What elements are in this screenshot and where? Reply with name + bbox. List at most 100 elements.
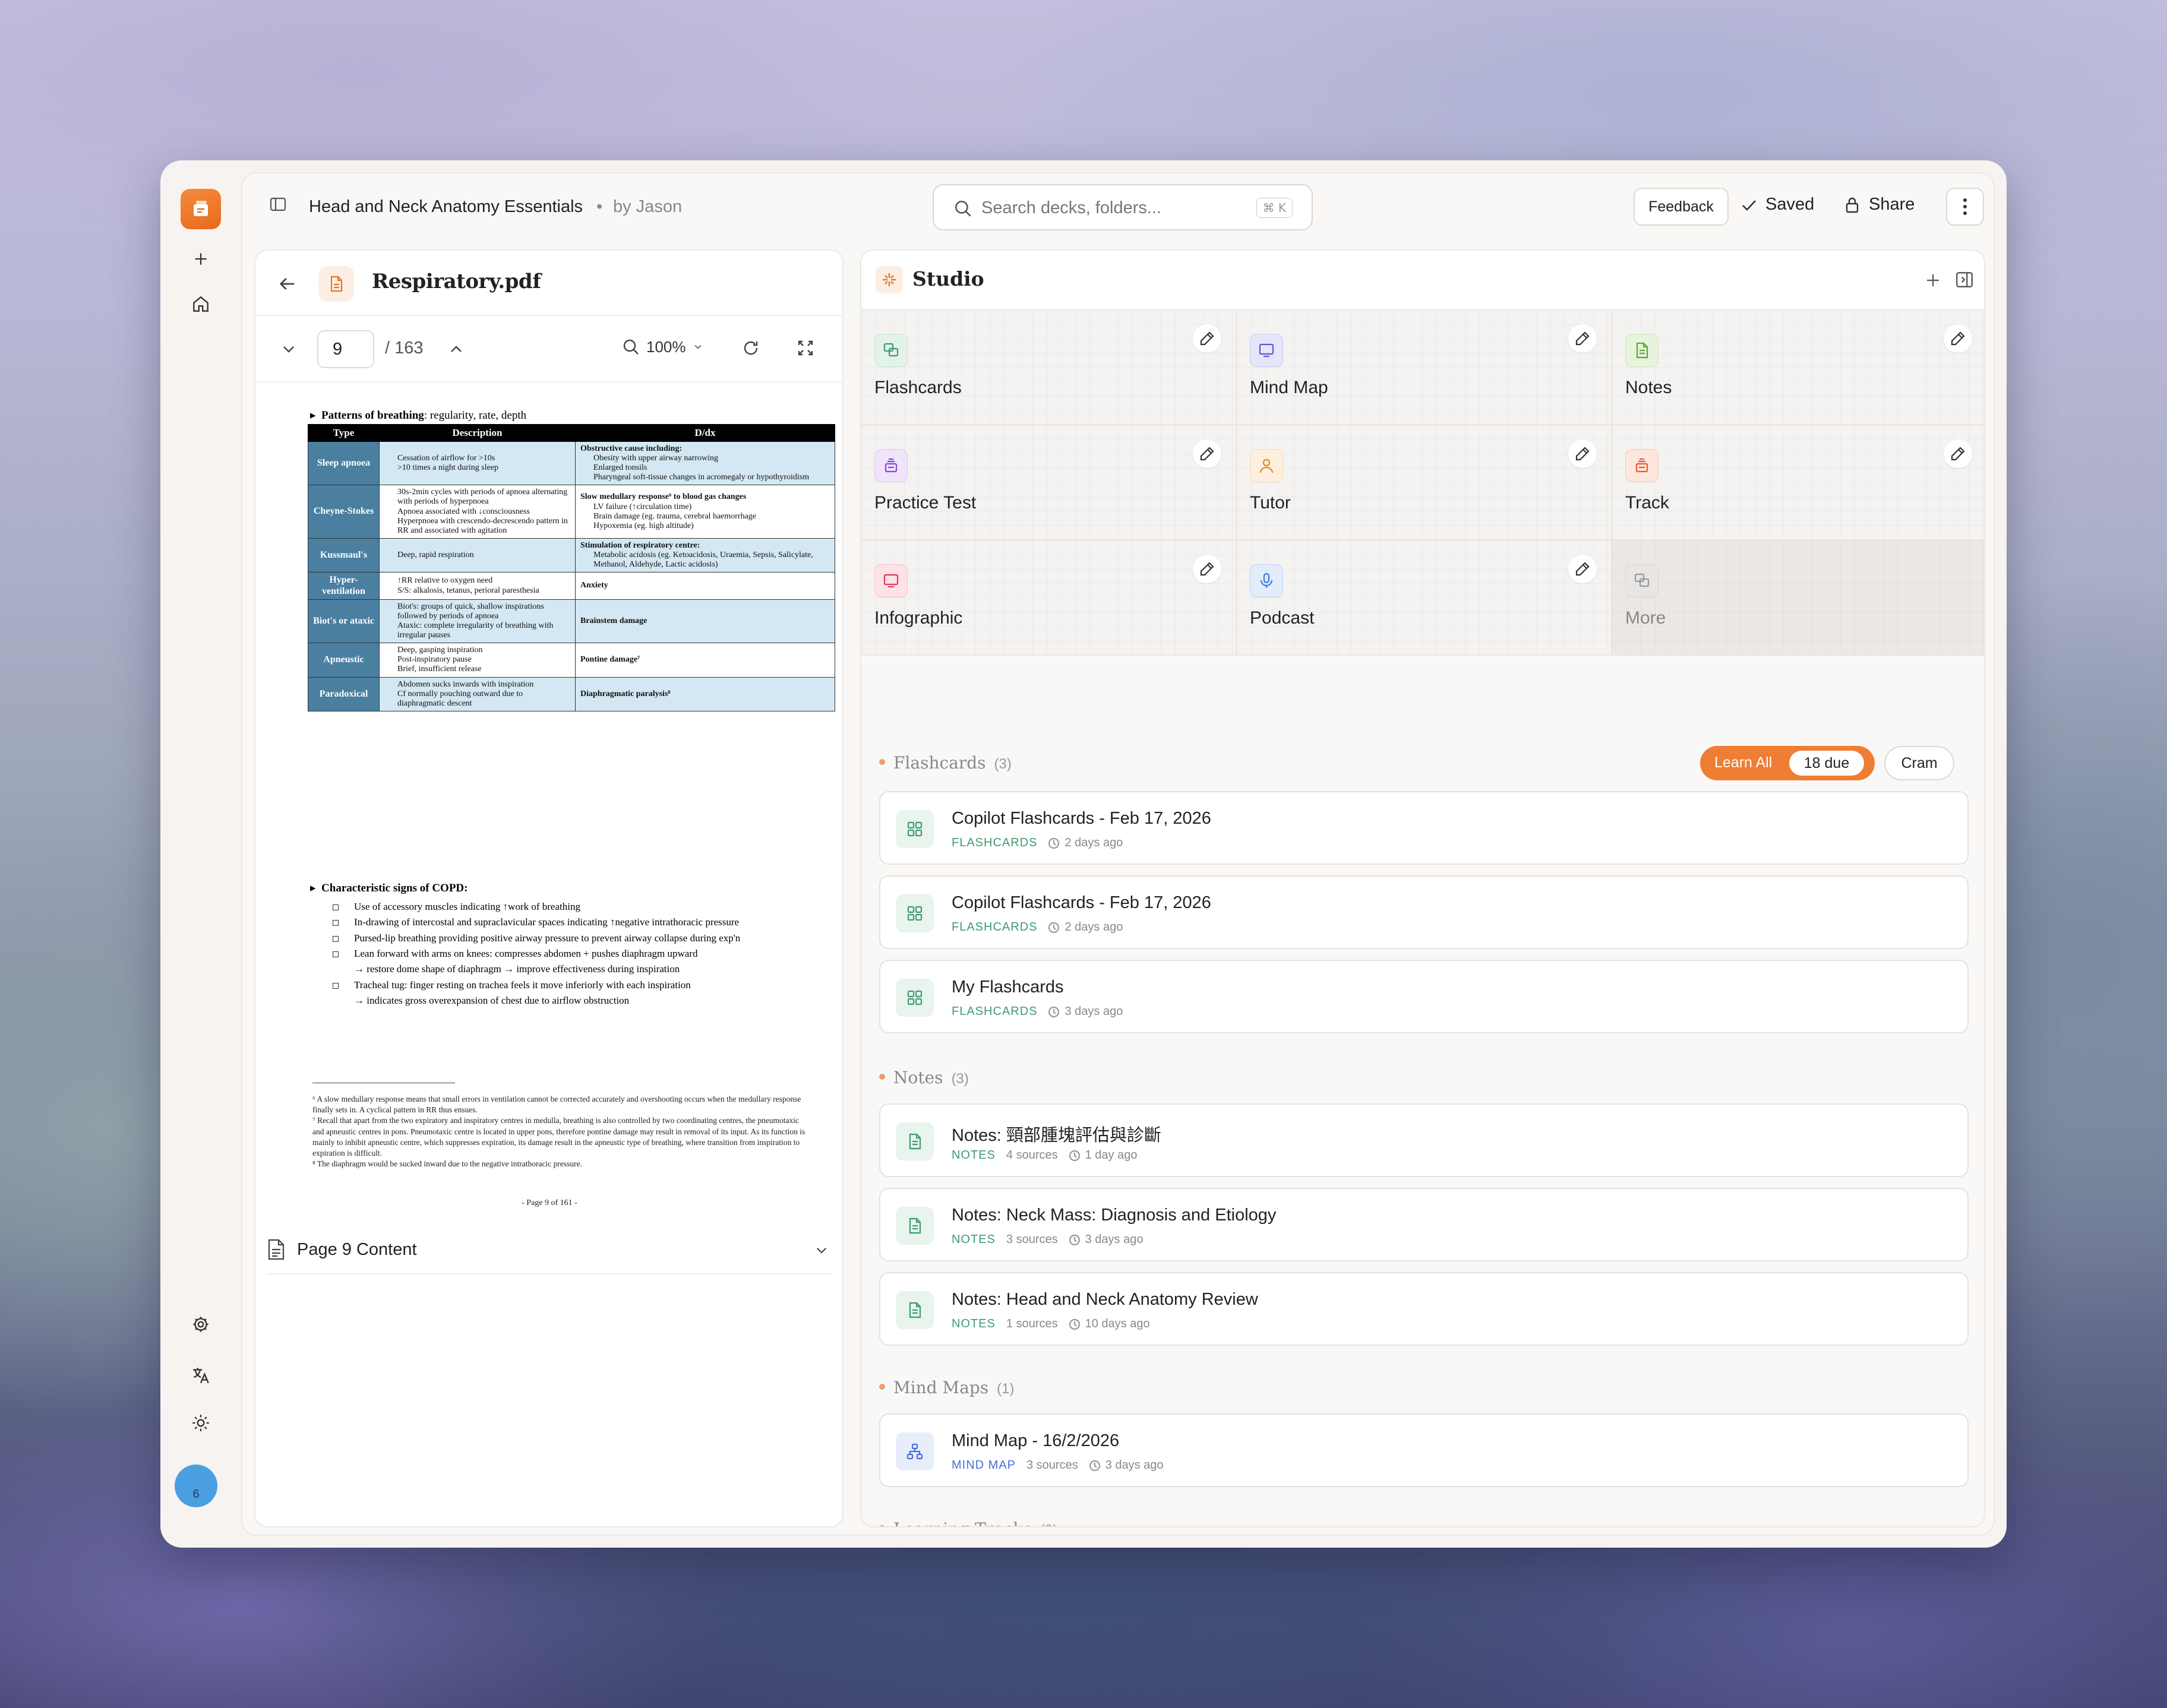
list-item[interactable]: Notes: Neck Mass: Diagnosis and Etiology…	[879, 1188, 1969, 1261]
studio-tile-tutor[interactable]: Tutor	[1237, 425, 1612, 540]
clock-icon	[1069, 1150, 1080, 1161]
tutor-icon	[1250, 449, 1283, 482]
flashcards-grid-icon	[896, 894, 934, 932]
table-cell-description: 30s-2min cycles with periods of apnoea a…	[379, 485, 576, 539]
cell-line: Apnoea associated with ↓consciousness	[397, 507, 530, 516]
learning-tracks-section-header: Learning Tracks (2)	[879, 1519, 1057, 1526]
cell-line: Slow medullary response⁶ to blood gas ch…	[580, 492, 747, 502]
card-time: 3 days ago	[1069, 1233, 1143, 1247]
studio-tile-infographic[interactable]: Infographic	[861, 540, 1237, 656]
card-title: Mind Map - 16/2/2026	[952, 1431, 1120, 1450]
edit-pencil-icon[interactable]	[1193, 439, 1221, 468]
page-number-input[interactable]	[317, 330, 374, 368]
card-type-tag: FLASHCARDS	[952, 921, 1038, 934]
card-type-tag: NOTES	[952, 1149, 996, 1162]
table-cell-type: Hyper-ventilation	[308, 572, 380, 600]
notes-icon	[1625, 334, 1659, 367]
table-header: D/dx	[575, 424, 835, 442]
collapse-panel-icon[interactable]	[1954, 270, 1975, 290]
zoom-select[interactable]: 100%	[621, 337, 704, 356]
cell-line: LV failure (↑circulation time)	[593, 502, 692, 511]
more-options-button[interactable]	[1946, 188, 1984, 226]
infographic-icon	[874, 564, 908, 597]
section-count: (3)	[994, 756, 1012, 772]
table-cell-ddx: Anxiety	[575, 572, 835, 600]
card-meta: NOTES 3 sources 3 days ago	[952, 1233, 1143, 1247]
studio-add-plus-icon[interactable]	[1923, 271, 1942, 290]
edit-pencil-icon[interactable]	[1568, 439, 1597, 468]
page-up-chevron-icon[interactable]	[447, 340, 466, 359]
home-icon[interactable]	[179, 283, 222, 325]
card-time-label: 3 days ago	[1064, 1005, 1123, 1018]
section-count: (2)	[1040, 1522, 1057, 1526]
list-item: → restore dome shape of diaphragm → impr…	[354, 963, 680, 975]
studio-tile-track[interactable]: Track	[1612, 425, 1984, 540]
avatar-badge: 6	[192, 1488, 200, 1501]
footnote: ⁷ Recall that apart from the two expirat…	[312, 1116, 805, 1158]
table-row: Hyper-ventilation ↑RR relative to oxygen …	[308, 572, 835, 600]
practice-test-icon	[874, 449, 908, 482]
track-icon	[1625, 449, 1659, 482]
page-content-accordion[interactable]: Page 9 Content	[267, 1225, 833, 1274]
back-arrow-icon[interactable]	[277, 273, 298, 295]
search-input[interactable]: Search decks, folders... ⌘ K	[933, 184, 1313, 230]
card-time: 2 days ago	[1048, 921, 1123, 934]
studio-tile-practice-test[interactable]: Practice Test	[861, 425, 1237, 540]
studio-tile-notes[interactable]: Notes	[1612, 310, 1984, 425]
list-item[interactable]: Notes: 頸部腫塊評估與診斷 NOTES 4 sources 1 day ago	[879, 1103, 1969, 1177]
card-time: 3 days ago	[1089, 1459, 1164, 1472]
edit-pencil-icon[interactable]	[1944, 324, 1972, 353]
new-deck-plus-icon[interactable]	[179, 238, 222, 280]
cram-button[interactable]: Cram	[1884, 746, 1954, 780]
settings-gear-icon[interactable]	[179, 1303, 222, 1346]
rotate-refresh-icon[interactable]	[741, 339, 760, 358]
tile-label: Tutor	[1250, 493, 1291, 513]
theme-sun-icon[interactable]	[179, 1402, 222, 1444]
studio-tile-flashcards[interactable]: Flashcards	[861, 310, 1237, 425]
fullscreen-expand-icon[interactable]	[796, 339, 815, 358]
app-logo-icon[interactable]	[181, 189, 221, 229]
cell-line: Obesity with upper airway narrowing	[593, 454, 718, 463]
edit-pencil-icon[interactable]	[1193, 555, 1221, 583]
cell-line: Diaphragmatic paralysis⁸	[580, 689, 671, 698]
table-cell-ddx: Stimulation of respiratory centre: Metabo…	[575, 537, 835, 573]
learn-all-button[interactable]: Learn All 18 due	[1700, 746, 1875, 780]
tile-label: Flashcards	[874, 378, 962, 397]
edit-pencil-icon[interactable]	[1568, 324, 1597, 353]
list-item[interactable]: Notes: Head and Neck Anatomy Review NOTES…	[879, 1272, 1969, 1346]
studio-tile-podcast[interactable]: Podcast	[1237, 540, 1612, 656]
edit-pencil-icon[interactable]	[1568, 555, 1597, 583]
list-item[interactable]: Mind Map - 16/2/2026 MIND MAP 3 sources 3 d…	[879, 1413, 1969, 1487]
card-title: Notes: 頸部腫塊評估與診斷	[952, 1126, 1161, 1145]
edit-pencil-icon[interactable]	[1193, 324, 1221, 353]
copd-heading: ▸ Characteristic signs of COPD:	[310, 882, 468, 894]
feedback-button[interactable]: Feedback	[1634, 188, 1729, 226]
tile-label: Podcast	[1250, 608, 1315, 628]
card-time-label: 2 days ago	[1064, 921, 1123, 934]
list-item[interactable]: Copilot Flashcards - Feb 17, 2026 FLASHCA…	[879, 791, 1969, 865]
cell-line: Abdomen sucks inwards with inspiration	[397, 679, 534, 689]
page-down-chevron-icon[interactable]	[279, 340, 298, 359]
list-item: → indicates gross overexpansion of chest…	[354, 995, 630, 1007]
table-cell-description: Deep, gasping inspiration Post-inspirator…	[379, 643, 576, 678]
table-row: Cheyne-Stokes 30s-2min cycles with period…	[308, 485, 835, 539]
list-item[interactable]: Copilot Flashcards - Feb 17, 2026 FLASHCA…	[879, 875, 1969, 949]
clock-icon	[1069, 1234, 1080, 1245]
section-title: Learning Tracks	[893, 1519, 1032, 1526]
studio-tile-mind-map[interactable]: Mind Map	[1237, 310, 1612, 425]
cell-line: Anxiety	[580, 581, 608, 590]
card-time-label: 2 days ago	[1064, 836, 1123, 849]
sidebar-toggle-icon[interactable]	[268, 195, 292, 219]
translate-icon[interactable]	[179, 1354, 222, 1397]
cell-line: Cessation of airflow for >10s	[397, 454, 495, 463]
share-button[interactable]: Share	[1843, 195, 1915, 214]
card-meta: NOTES 4 sources 1 day ago	[952, 1149, 1137, 1162]
pdf-file-icon	[318, 266, 354, 302]
tile-label: Notes	[1625, 378, 1672, 397]
user-avatar[interactable]: 6	[175, 1465, 217, 1507]
list-item[interactable]: My Flashcards FLASHCARDS 3 days ago	[879, 960, 1969, 1033]
cell-line: Stimulation of respiratory centre:	[580, 540, 700, 550]
studio-tile-more[interactable]: More	[1612, 540, 1984, 656]
edit-pencil-icon[interactable]	[1944, 439, 1972, 468]
studio-sparkle-icon	[876, 266, 903, 293]
